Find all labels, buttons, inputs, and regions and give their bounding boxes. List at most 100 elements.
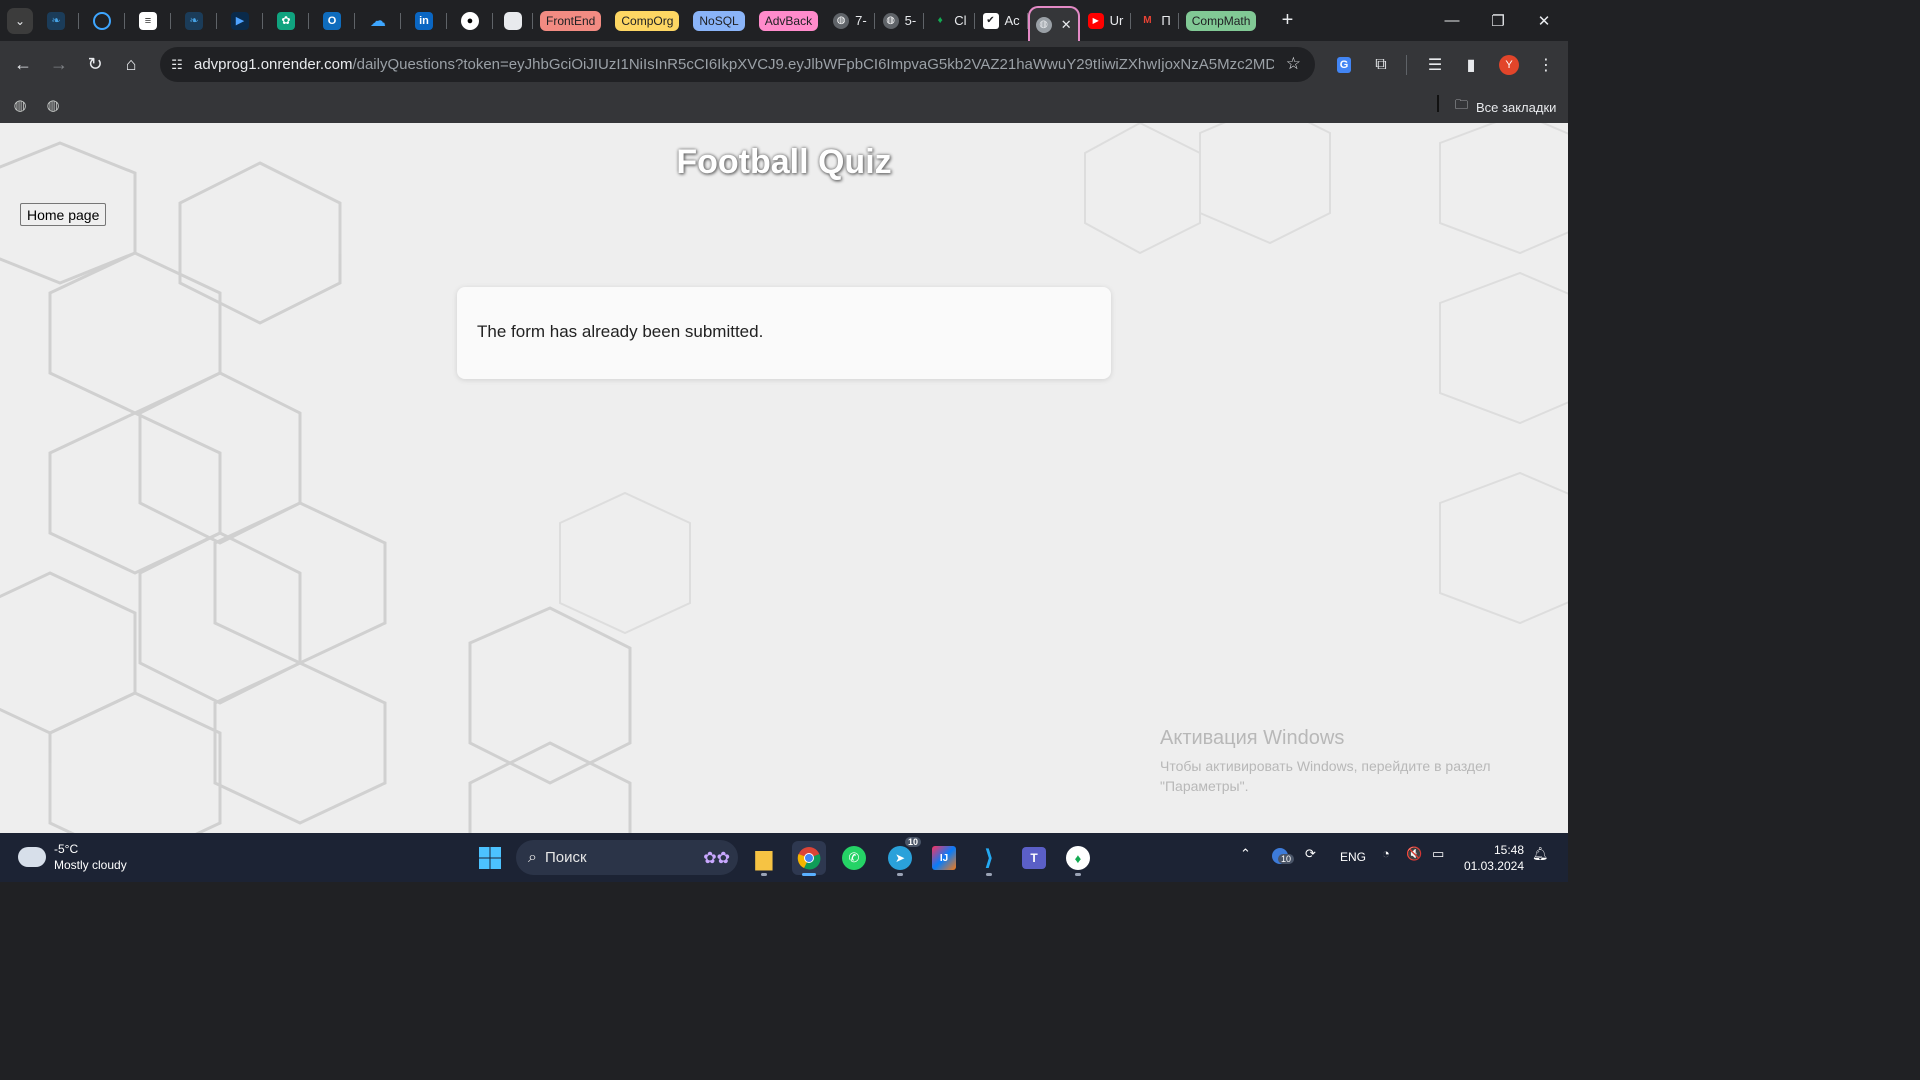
pinned-tab[interactable]: O	[309, 0, 355, 41]
submitted-message: The form has already been submitted.	[477, 322, 764, 341]
new-tab-button[interactable]: +	[1273, 7, 1301, 35]
browser-menu-button[interactable]: ⋮	[1532, 51, 1560, 79]
tab[interactable]: MП	[1131, 0, 1180, 41]
page-viewport: Football Quiz Home page The form has alr…	[0, 123, 1568, 833]
bookmarks-bar: ◍ ◍ 🗀 Все закладки	[0, 88, 1568, 123]
tab[interactable]: ✔ Ac	[975, 0, 1028, 41]
active-tab[interactable]: ◍ ✕	[1027, 6, 1080, 41]
pinned-tab[interactable]: ❧	[33, 0, 79, 41]
show-hidden-icons-button[interactable]: ⌃	[1240, 846, 1251, 862]
tab-group-nosql[interactable]: NoSQL	[693, 10, 745, 31]
clock-date: 01.03.2024	[1463, 859, 1524, 873]
mongodb-leaf-icon: ♦	[937, 15, 943, 26]
tab-title: Cl	[954, 13, 967, 28]
url-host: advprog1.onrender.com	[194, 56, 353, 73]
intellij-icon: IJ	[932, 846, 956, 870]
chevron-up-icon: ⌃	[1240, 846, 1251, 861]
tray-app-icon[interactable]: 10	[1272, 848, 1294, 867]
pinned-tab[interactable]: ▶	[217, 0, 263, 41]
weather-widget[interactable]: -5°C Mostly cloudy	[18, 841, 127, 873]
extensions-button[interactable]: ⧉	[1367, 51, 1395, 79]
back-button[interactable]: ←	[5, 47, 41, 83]
pinned-tab[interactable]: ✿	[263, 0, 309, 41]
tab[interactable]: ▶ Ur	[1080, 0, 1132, 41]
close-tab-icon[interactable]: ✕	[1061, 17, 1072, 33]
tab-group-compmath[interactable]: CompMath	[1185, 10, 1257, 31]
weather-description: Mostly cloudy	[54, 858, 127, 872]
bell-icon: 🔔︎	[1532, 846, 1549, 861]
pinned-tab[interactable]: ≡	[125, 0, 171, 41]
bookmark-item[interactable]: ◍	[42, 94, 64, 116]
bookmark-item[interactable]: ◍	[9, 94, 31, 116]
tab-title: Ur	[1109, 13, 1124, 28]
avatar: Y	[1499, 55, 1519, 75]
search-icon: ⌕	[528, 848, 537, 866]
tray-sync-icon[interactable]: ⟳	[1305, 846, 1316, 862]
address-bar[interactable]: ☷ advprog1.onrender.com/dailyQuestions?t…	[160, 47, 1315, 82]
all-bookmarks-button[interactable]: 🗀 Все закладки	[1455, 96, 1556, 118]
globe-icon: ◍	[13, 97, 27, 114]
app-check-icon: ✔	[982, 12, 999, 29]
translate-button[interactable]: G	[1330, 51, 1358, 79]
notifications-button[interactable]: 🔔︎	[1532, 846, 1549, 862]
side-panel-button[interactable]: ▮	[1457, 51, 1485, 79]
tab[interactable]: ♦ Cl	[924, 0, 975, 41]
start-button[interactable]	[473, 841, 507, 875]
google-translate-icon: G	[1336, 57, 1352, 73]
globe-icon: ◍	[46, 97, 60, 114]
clock-time: 15:48	[1493, 843, 1524, 857]
chevron-down-icon: ⌄	[14, 13, 26, 28]
minimize-button[interactable]: —	[1429, 0, 1475, 41]
taskbar-telegram[interactable]: ➤ 10	[883, 837, 921, 876]
arrow-right-icon: →	[50, 54, 68, 74]
toolbar-divider	[1406, 55, 1407, 75]
close-window-button[interactable]: ✕	[1521, 0, 1567, 41]
pinned-tab[interactable]	[79, 0, 125, 41]
tab-title: 5-	[904, 13, 917, 28]
pinned-tab[interactable]: in	[401, 0, 447, 41]
taskbar-whatsapp[interactable]: ✆	[837, 841, 871, 875]
profile-button[interactable]: Y	[1495, 51, 1523, 79]
battery-icon[interactable]: ▭	[1432, 846, 1444, 862]
reading-list-button[interactable]: ☰	[1421, 51, 1449, 79]
home-icon: ⌂	[125, 54, 137, 74]
teams-icon: T	[1022, 847, 1046, 869]
taskbar-file-explorer[interactable]: ▆	[747, 841, 781, 876]
github-icon: ●	[461, 11, 479, 30]
site-info-icon[interactable]: ☷	[160, 57, 194, 73]
reload-button[interactable]: ↻	[77, 47, 113, 83]
volume-muted-icon[interactable]: 🔇	[1406, 846, 1422, 862]
url-path: /dailyQuestions?token=eyJhbGciOiJIUzI1Ni…	[352, 56, 1274, 73]
leaf-icon: ❧	[47, 11, 65, 30]
pinned-tab[interactable]: ●	[447, 0, 493, 41]
taskbar-vscode[interactable]: ⟩	[972, 841, 1006, 876]
bookmark-star-icon[interactable]: ☆	[1286, 54, 1301, 74]
taskbar-mongodb-compass[interactable]: ♦	[1061, 841, 1095, 876]
windows-activation-watermark: Активация Windows Чтобы активировать Win…	[1160, 727, 1491, 796]
wifi-icon[interactable]: ◔	[1382, 846, 1390, 861]
tab-group-comporg[interactable]: CompOrg	[615, 10, 680, 31]
pinned-tab[interactable]: ☁	[355, 0, 401, 41]
tab-group-frontend[interactable]: FrontEnd	[540, 10, 602, 31]
pinned-tab[interactable]	[493, 0, 533, 41]
taskbar-intellij[interactable]: IJ	[927, 841, 961, 875]
outlook-icon: O	[323, 11, 341, 30]
pinned-tab[interactable]: ❧	[171, 0, 217, 41]
system-clock[interactable]: 15:48 01.03.2024	[1462, 842, 1524, 874]
tray-badge-app-icon: 10	[1272, 848, 1294, 864]
home-button[interactable]: ⌂	[113, 47, 149, 83]
forward-button[interactable]: →	[41, 47, 77, 83]
taskbar-teams[interactable]: T	[1017, 841, 1051, 875]
tab[interactable]: ◍ 7-	[825, 0, 875, 41]
close-icon: ✕	[1537, 12, 1551, 30]
taskbar-chrome[interactable]	[792, 841, 826, 876]
tab[interactable]: ◍ 5-	[875, 0, 925, 41]
restore-button[interactable]: ❐	[1475, 0, 1521, 41]
home-page-button[interactable]: Home page	[20, 203, 107, 226]
url-text[interactable]: advprog1.onrender.com/dailyQuestions?tok…	[194, 56, 1274, 73]
language-indicator[interactable]: ENG	[1340, 850, 1366, 864]
tab-search-menu-button[interactable]: ⌄	[7, 7, 33, 34]
tab-group-advback[interactable]: AdvBack	[758, 10, 819, 31]
globe-icon: ◍	[1035, 16, 1052, 33]
taskbar-search[interactable]: ⌕ Поиск ✿✿	[516, 840, 738, 875]
